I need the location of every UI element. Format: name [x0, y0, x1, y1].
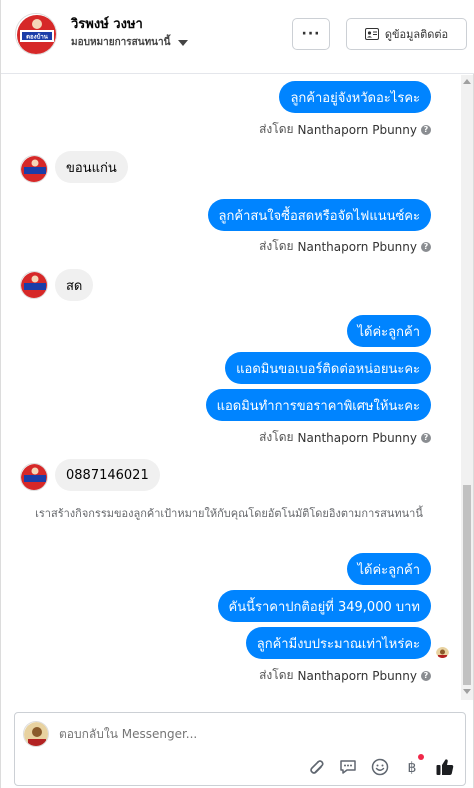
sent-by-label: ส่งโดย Nanthaporn Pbunny ? — [259, 666, 431, 685]
sent-by-name: Nanthaporn Pbunny — [297, 430, 417, 445]
thumbs-up-icon[interactable] — [435, 757, 455, 777]
help-icon[interactable]: ? — [421, 124, 431, 135]
outgoing-message: คันนี้ราคาปกติอยู่ที่ 349,000 บาท — [217, 590, 431, 622]
help-icon[interactable]: ? — [421, 241, 431, 252]
assign-conversation-dropdown[interactable]: มอบหมายการสนทนานี้ — [71, 35, 189, 50]
more-options-button[interactable]: ··· — [292, 18, 330, 50]
message-list-scrollbar[interactable] — [461, 75, 473, 700]
scroll-up-arrow-icon[interactable] — [463, 79, 471, 84]
reply-composer: ฿ — [14, 712, 466, 786]
chat-bubble-icon[interactable] — [338, 757, 358, 777]
sent-by-prefix: ส่งโดย — [259, 122, 294, 136]
outgoing-message: ได้ค่ะลูกค้า — [346, 315, 431, 347]
outgoing-message: แอดมินทำการขอราคาพิเศษให้นะคะ — [205, 389, 431, 421]
emoji-icon[interactable] — [370, 757, 390, 777]
scroll-down-arrow-icon[interactable] — [463, 689, 471, 694]
outgoing-message: แอดมินขอเบอร์ติดต่อหน่อยนะคะ — [225, 352, 431, 384]
sent-by-prefix: ส่งโดย — [259, 430, 294, 444]
outgoing-message: ลูกค้าสนใจซื้อสดหรือจัดไฟแนนซ์คะ — [207, 199, 431, 231]
sent-by-prefix: ส่งโดย — [259, 668, 294, 682]
svg-text:฿: ฿ — [408, 760, 417, 776]
more-icon: ··· — [301, 26, 321, 42]
outgoing-message: ได้ค่ะลูกค้า — [346, 553, 431, 585]
conversation-header: ตองบ้าน วิรพงษ์ วงษา มอบหมายการสนทนานี้ … — [1, 0, 474, 74]
svg-text:ตองบ้าน: ตองบ้าน — [26, 33, 49, 41]
seen-avatar — [436, 645, 449, 658]
customer-name: วิรพงษ์ วงษา — [71, 17, 143, 32]
help-icon[interactable]: ? — [421, 670, 431, 681]
reply-input[interactable] — [59, 727, 379, 741]
system-note: เราสร้างกิจกรรมของลูกค้าเป้าหมายให้กับคุ… — [35, 507, 423, 520]
scrollbar-thumb[interactable] — [463, 485, 471, 685]
page-avatar — [23, 721, 49, 747]
customer-avatar-small — [20, 155, 48, 183]
customer-avatar-small — [20, 271, 48, 299]
sent-by-label: ส่งโดย Nanthaporn Pbunny ? — [259, 428, 431, 447]
attach-icon[interactable] — [305, 757, 325, 777]
help-icon[interactable]: ? — [421, 432, 431, 443]
message-list: ลูกค้าอยู่จังหวัดอะไรคะ ส่งโดย Nanthapor… — [1, 75, 463, 700]
view-contact-label: ดูข้อมูลติดต่อ — [384, 28, 449, 41]
view-contact-button[interactable]: ดูข้อมูลติดต่อ — [346, 18, 467, 50]
outgoing-message: ลูกค้าอยู่จังหวัดอะไรคะ — [279, 81, 431, 113]
incoming-message: สด — [55, 269, 94, 301]
incoming-message: ขอนแก่น — [55, 151, 128, 183]
contact-card-icon — [364, 28, 379, 40]
sent-by-name: Nanthaporn Pbunny — [297, 668, 417, 683]
customer-avatar[interactable]: ตองบ้าน — [15, 13, 57, 55]
conversation-panel: ตองบ้าน วิรพงษ์ วงษา มอบหมายการสนทนานี้ … — [0, 0, 474, 788]
baht-icon[interactable]: ฿ — [402, 757, 422, 777]
assign-label: มอบหมายการสนทนานี้ — [71, 37, 171, 48]
notification-dot — [418, 754, 424, 760]
sent-by-label: ส่งโดย Nanthaporn Pbunny ? — [259, 120, 431, 139]
sent-by-prefix: ส่งโดย — [259, 239, 294, 253]
customer-avatar-small — [20, 463, 48, 491]
sent-by-label: ส่งโดย Nanthaporn Pbunny ? — [259, 237, 431, 256]
sent-by-name: Nanthaporn Pbunny — [297, 239, 417, 254]
incoming-message: 0887146021 — [55, 459, 160, 491]
outgoing-message: ลูกค้ามีงบประมาณเท่าไหร่คะ — [245, 627, 431, 659]
chevron-down-icon — [178, 39, 189, 46]
sent-by-name: Nanthaporn Pbunny — [297, 122, 417, 137]
